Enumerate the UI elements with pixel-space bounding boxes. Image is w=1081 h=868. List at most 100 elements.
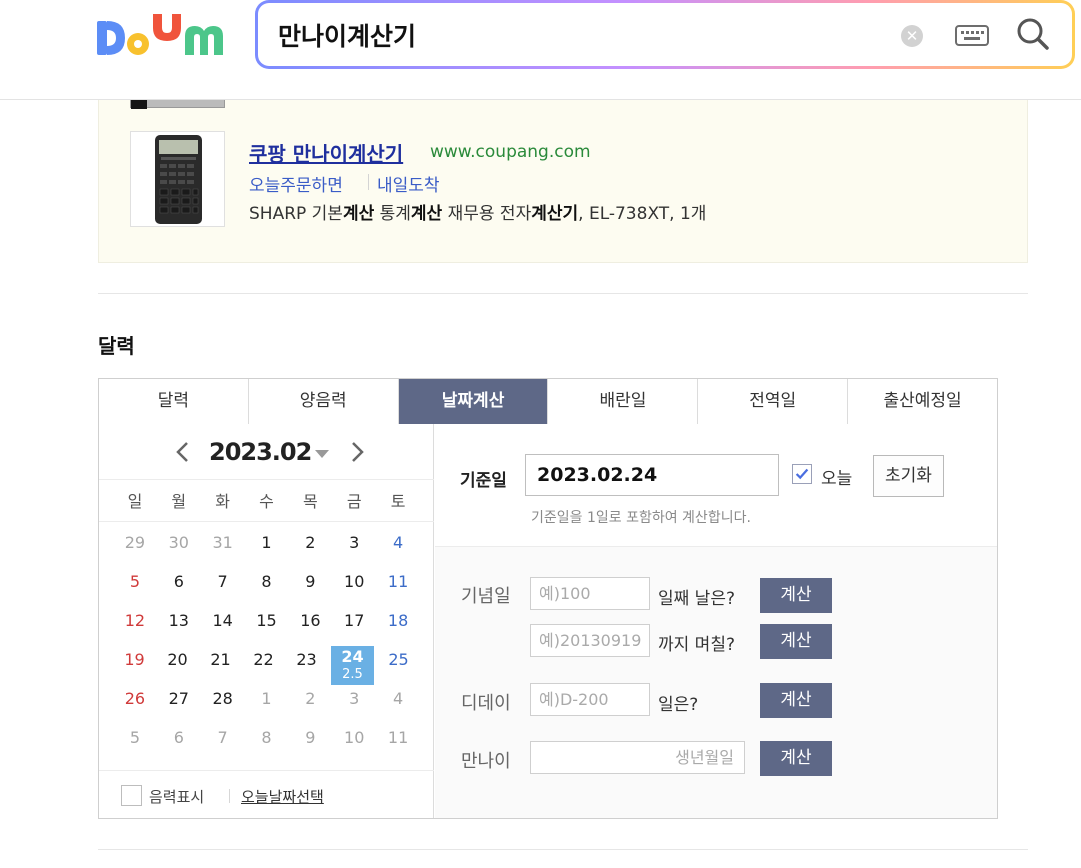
- calendar-week: 26 27 28 1 2 3 4: [113, 685, 420, 724]
- calendar-day[interactable]: 5: [113, 724, 157, 763]
- calendar-day[interactable]: 19: [113, 646, 156, 685]
- calc-button-anniversary-days[interactable]: 계산: [760, 578, 832, 613]
- tab-lunar-solar[interactable]: 양음력: [249, 379, 399, 424]
- calendar-day[interactable]: 5: [113, 568, 157, 607]
- calendar-day[interactable]: 31: [201, 529, 245, 568]
- chevron-right-icon[interactable]: [347, 440, 367, 464]
- divider: [98, 293, 1028, 294]
- reset-button[interactable]: 초기화: [873, 455, 944, 497]
- calendar-day[interactable]: 18: [376, 607, 420, 646]
- header: ✕: [0, 0, 1081, 100]
- calendar-day[interactable]: 1: [245, 685, 289, 724]
- tab-due-date[interactable]: 출산예정일: [848, 379, 997, 424]
- calendar-day[interactable]: 17: [332, 607, 376, 646]
- tab-calendar[interactable]: 달력: [99, 379, 249, 424]
- calendar-day[interactable]: 27: [157, 685, 201, 724]
- calendar-day[interactable]: 8: [245, 724, 289, 763]
- calendar-day[interactable]: 6: [157, 568, 201, 607]
- calendar-day[interactable]: 2: [288, 685, 332, 724]
- caret-down-icon[interactable]: [315, 450, 329, 458]
- calendar-day[interactable]: 12: [113, 607, 157, 646]
- calendar-footer: 음력표시 오늘날짜선택: [99, 770, 434, 818]
- daum-logo[interactable]: [97, 10, 227, 60]
- anniversary-days-input[interactable]: 예)100: [530, 577, 650, 610]
- calendar-day[interactable]: 7: [201, 568, 245, 607]
- calendar-day[interactable]: 21: [199, 646, 242, 685]
- weekday: 목: [303, 492, 318, 511]
- dday-label: 디데이: [461, 693, 511, 714]
- calendar-day[interactable]: 20: [156, 646, 199, 685]
- ad-tag-next-day[interactable]: 내일도착: [377, 171, 440, 196]
- calendar-day[interactable]: 8: [245, 568, 289, 607]
- calendar-day[interactable]: 13: [157, 607, 201, 646]
- calendar-day[interactable]: 6: [157, 724, 201, 763]
- calendar-day[interactable]: 3: [332, 529, 376, 568]
- anniversary-date-suffix: 까지 며칠?: [658, 635, 735, 655]
- base-date-label: 기준일: [460, 471, 507, 491]
- calendar-day[interactable]: 14: [201, 607, 245, 646]
- calendar-day[interactable]: 25: [377, 646, 420, 685]
- age-label: 만나이: [461, 751, 511, 772]
- clear-icon[interactable]: ✕: [901, 25, 923, 47]
- ad-title-link[interactable]: 쿠팡 만나이계산기: [249, 138, 403, 167]
- today-label[interactable]: 오늘: [821, 464, 852, 489]
- calendar-day[interactable]: 7: [201, 724, 245, 763]
- ad-url[interactable]: www.coupang.com: [430, 142, 591, 162]
- tab-ovulation[interactable]: 배란일: [548, 379, 699, 424]
- weekday: 일: [127, 492, 143, 511]
- calendar-day[interactable]: 4: [376, 529, 420, 568]
- calendar-day[interactable]: 9: [288, 568, 332, 607]
- calendar-day[interactable]: 16: [288, 607, 332, 646]
- base-date-area: 기준일 2023.02.24 오늘 초기화 기준일을 1일로 포함하여 계산합니…: [435, 424, 997, 547]
- calendar-day[interactable]: 3: [332, 685, 376, 724]
- keyboard-icon[interactable]: [955, 23, 989, 47]
- calendar-week: 5 6 7 8 9 10 11: [113, 724, 420, 763]
- search-icon[interactable]: [1016, 17, 1050, 51]
- calc-button-age[interactable]: 계산: [760, 741, 832, 776]
- footer-divider: [229, 789, 230, 803]
- calendar-day[interactable]: 10: [332, 568, 376, 607]
- date-calc-panel: 2023.02 일 월 화 수 목 금 토 29 30 31 1 2 3 4 5…: [98, 424, 998, 819]
- calc-button-dday[interactable]: 계산: [760, 683, 832, 718]
- ad-tag-divider: [368, 174, 369, 190]
- calendar-day[interactable]: 11: [376, 724, 420, 763]
- base-date-input[interactable]: 2023.02.24: [525, 454, 779, 496]
- dday-suffix: 일은?: [658, 695, 699, 715]
- lunar-checkbox[interactable]: [121, 785, 142, 806]
- calendar-day[interactable]: 29: [113, 529, 157, 568]
- calendar-day[interactable]: 26: [113, 685, 157, 724]
- select-today-link[interactable]: 오늘날짜선택: [241, 786, 324, 807]
- calendar-day[interactable]: 22: [242, 646, 285, 685]
- section-title: 달력: [98, 334, 135, 358]
- calendar-day[interactable]: 11: [376, 568, 420, 607]
- tab-date-calc[interactable]: 날짜계산: [398, 379, 549, 424]
- search-input[interactable]: [278, 17, 878, 53]
- calendar-week: 5 6 7 8 9 10 11: [113, 568, 420, 607]
- calendar-day[interactable]: 9: [288, 724, 332, 763]
- lunar-label[interactable]: 음력표시: [149, 786, 204, 807]
- ad-tag-order-today[interactable]: 오늘주문하면: [249, 171, 343, 196]
- calendar-day[interactable]: 10: [332, 724, 376, 763]
- calendar-day[interactable]: 30: [157, 529, 201, 568]
- calendar-day[interactable]: 4: [376, 685, 420, 724]
- calculator-product-image[interactable]: [130, 131, 225, 227]
- calendar-day[interactable]: 1: [245, 529, 289, 568]
- calendar-day[interactable]: 15: [245, 607, 289, 646]
- calendar-day[interactable]: 28: [201, 685, 245, 724]
- month-label[interactable]: 2023.02: [209, 438, 312, 466]
- anniversary-date-input[interactable]: 예)20130919: [530, 624, 650, 657]
- today-checkbox[interactable]: [792, 464, 812, 484]
- birthdate-input[interactable]: 생년월일: [530, 741, 745, 774]
- dday-input[interactable]: 예)D-200: [530, 683, 650, 716]
- calc-button-anniversary-date[interactable]: 계산: [760, 624, 832, 659]
- weekday: 금: [346, 492, 362, 511]
- search-box: ✕: [255, 0, 1075, 69]
- calendar-day-selected[interactable]: 24 2.5: [331, 646, 374, 685]
- calendar-day[interactable]: 23: [285, 646, 328, 685]
- calendar-week: 12 13 14 15 16 17 18: [113, 607, 420, 646]
- mini-calendar: 2023.02 일 월 화 수 목 금 토 29 30 31 1 2 3 4 5…: [99, 424, 434, 818]
- chevron-left-icon[interactable]: [173, 440, 193, 464]
- calendar-grid: 29 30 31 1 2 3 4 5 6 7 8 9 10 11 12 13 1…: [113, 529, 420, 763]
- tab-discharge[interactable]: 전역일: [698, 379, 849, 424]
- calendar-day[interactable]: 2: [288, 529, 332, 568]
